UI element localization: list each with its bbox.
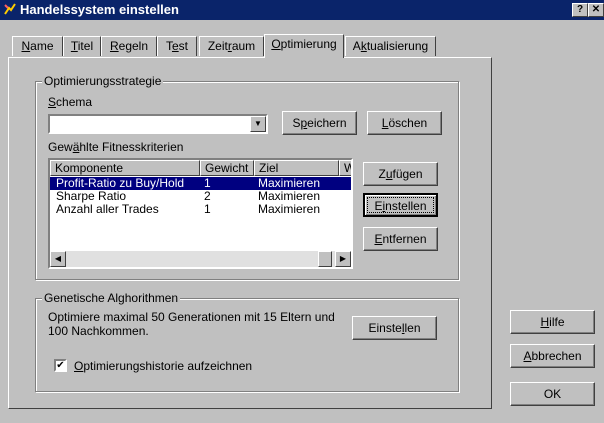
fitness-criteria-label: Gewählte Fitnesskriterien	[48, 140, 183, 154]
tab-zeitraum-label: aum	[231, 39, 256, 53]
window-title: Handelssystem einstellen	[20, 2, 179, 17]
genetic-algorithms-group: Genetische Alghorithmen Optimiere maxima…	[35, 291, 459, 392]
help-mnemonic: H	[540, 315, 550, 329]
scroll-thumb[interactable]	[318, 251, 332, 267]
scroll-left-icon[interactable]: ◀	[50, 251, 66, 267]
tab-zeitraum[interactable]: Zeitraum	[199, 36, 264, 56]
cancel-label: bbrechen	[531, 349, 582, 363]
tab-optimierung[interactable]: Optimierung	[264, 34, 344, 58]
save-label: eichern	[307, 116, 347, 130]
genetic-configure-label: len	[404, 321, 421, 335]
title-bar: Handelssystem einstellen ? ✕	[0, 0, 604, 20]
column-header-w[interactable]: W	[339, 160, 351, 176]
tab-titel[interactable]: Titel	[63, 36, 101, 56]
tab-name-label: ame	[30, 39, 54, 53]
tab-test[interactable]: Test	[157, 36, 197, 56]
cancel-button[interactable]: Abbrechen	[510, 344, 595, 368]
delete-label: öschen	[388, 116, 428, 130]
add-mnemonic: u	[385, 167, 393, 181]
schema-combobox[interactable]: ▼	[48, 114, 268, 134]
scroll-right-icon[interactable]: ▶	[335, 251, 351, 267]
ok-button[interactable]: OK	[510, 382, 595, 406]
row-3-komponente[interactable]: Anzahl aller Trades	[56, 203, 159, 216]
history-label[interactable]: Optimierungshistorie aufzeichnen	[74, 359, 252, 373]
chevron-down-icon[interactable]: ▼	[250, 116, 266, 132]
fitness-label-text: hlte Fitnesskriterien	[79, 140, 184, 154]
tab-regeln-mnemonic: R	[109, 39, 119, 53]
add-criterion-button[interactable]: Zufügen	[363, 162, 438, 186]
optimization-strategy-label: Optimierungsstrategie	[42, 74, 164, 88]
remove-label: ntfernen	[382, 232, 427, 246]
help-title-button[interactable]: ?	[572, 3, 588, 17]
genetic-description-line1: Optimiere maximal 50 Generationen mit 15…	[48, 310, 335, 324]
tab-aktualisierung-pre: A	[352, 39, 361, 53]
tab-panel-optimierung: Optimierungsstrategie Schema ▼ Speichern…	[8, 57, 492, 409]
tab-regeln-label: egeln	[118, 39, 149, 53]
help-button[interactable]: Hilfe	[510, 310, 595, 334]
help-label: ilfe	[549, 315, 565, 329]
tab-test-mnemonic: e	[171, 39, 179, 53]
schema-label-text: chema	[56, 95, 93, 109]
optimization-strategy-group: Optimierungsstrategie Schema ▼ Speichern…	[35, 74, 459, 280]
close-icon[interactable]: ✕	[588, 3, 604, 17]
configure-label: nstellen	[385, 199, 427, 213]
genetic-configure-pre: Einste	[368, 321, 402, 335]
configure-criterion-button[interactable]: Einstellen	[363, 193, 438, 217]
tab-name-mnemonic: N	[21, 39, 31, 53]
add-label: fügen	[392, 167, 423, 181]
column-header-ziel[interactable]: Ziel	[254, 160, 339, 176]
save-schema-button[interactable]: Speichern	[282, 111, 357, 135]
tab-aktualisierung[interactable]: Aktualisierung	[345, 36, 436, 56]
tab-test-label: st	[178, 39, 189, 53]
row-3-ziel: Maximieren	[258, 202, 321, 216]
tab-regeln[interactable]: Regeln	[101, 36, 157, 56]
history-label-text: ptimierungshistorie aufzeichnen	[83, 359, 253, 373]
app-icon	[4, 3, 16, 15]
tab-titel-label: itel	[77, 39, 94, 53]
tab-aktualisierung-label: tualisierung	[366, 39, 429, 53]
genetic-description-line2: 100 Nachkommen.	[48, 324, 149, 338]
remove-criterion-button[interactable]: Entfernen	[363, 227, 438, 251]
fitness-criteria-list[interactable]: Komponente Gewicht Ziel W Profit-Ratio z…	[48, 158, 353, 269]
genetic-configure-button[interactable]: Einstellen	[352, 316, 437, 340]
column-header-komponente[interactable]: Komponente	[50, 160, 200, 176]
row-3-gewicht: 1	[204, 202, 211, 216]
tab-optimierung-mnemonic: O	[271, 37, 281, 51]
delete-schema-button[interactable]: Löschen	[367, 111, 442, 135]
schema-label: Schema	[48, 95, 92, 109]
history-checkbox[interactable]: ✔	[54, 359, 67, 372]
schema-mnemonic: S	[48, 95, 57, 109]
column-header-gewicht[interactable]: Gewicht	[200, 160, 254, 176]
tab-name[interactable]: Name	[12, 36, 63, 56]
genetic-algorithms-label: Genetische Alghorithmen	[42, 291, 181, 305]
add-pre: Z	[378, 167, 386, 181]
history-mnemonic: O	[74, 359, 84, 373]
dialog-window: Handelssystem einstellen ? ✕ Name Titel …	[0, 0, 604, 423]
tab-optimierung-label: ptimierung	[280, 37, 337, 51]
fitness-pre: Gew	[48, 140, 73, 154]
horizontal-scrollbar[interactable]: ◀ ▶	[50, 251, 351, 267]
tab-zeitraum-pre: Zeit	[207, 39, 228, 53]
tab-titel-mnemonic: T	[70, 39, 78, 53]
